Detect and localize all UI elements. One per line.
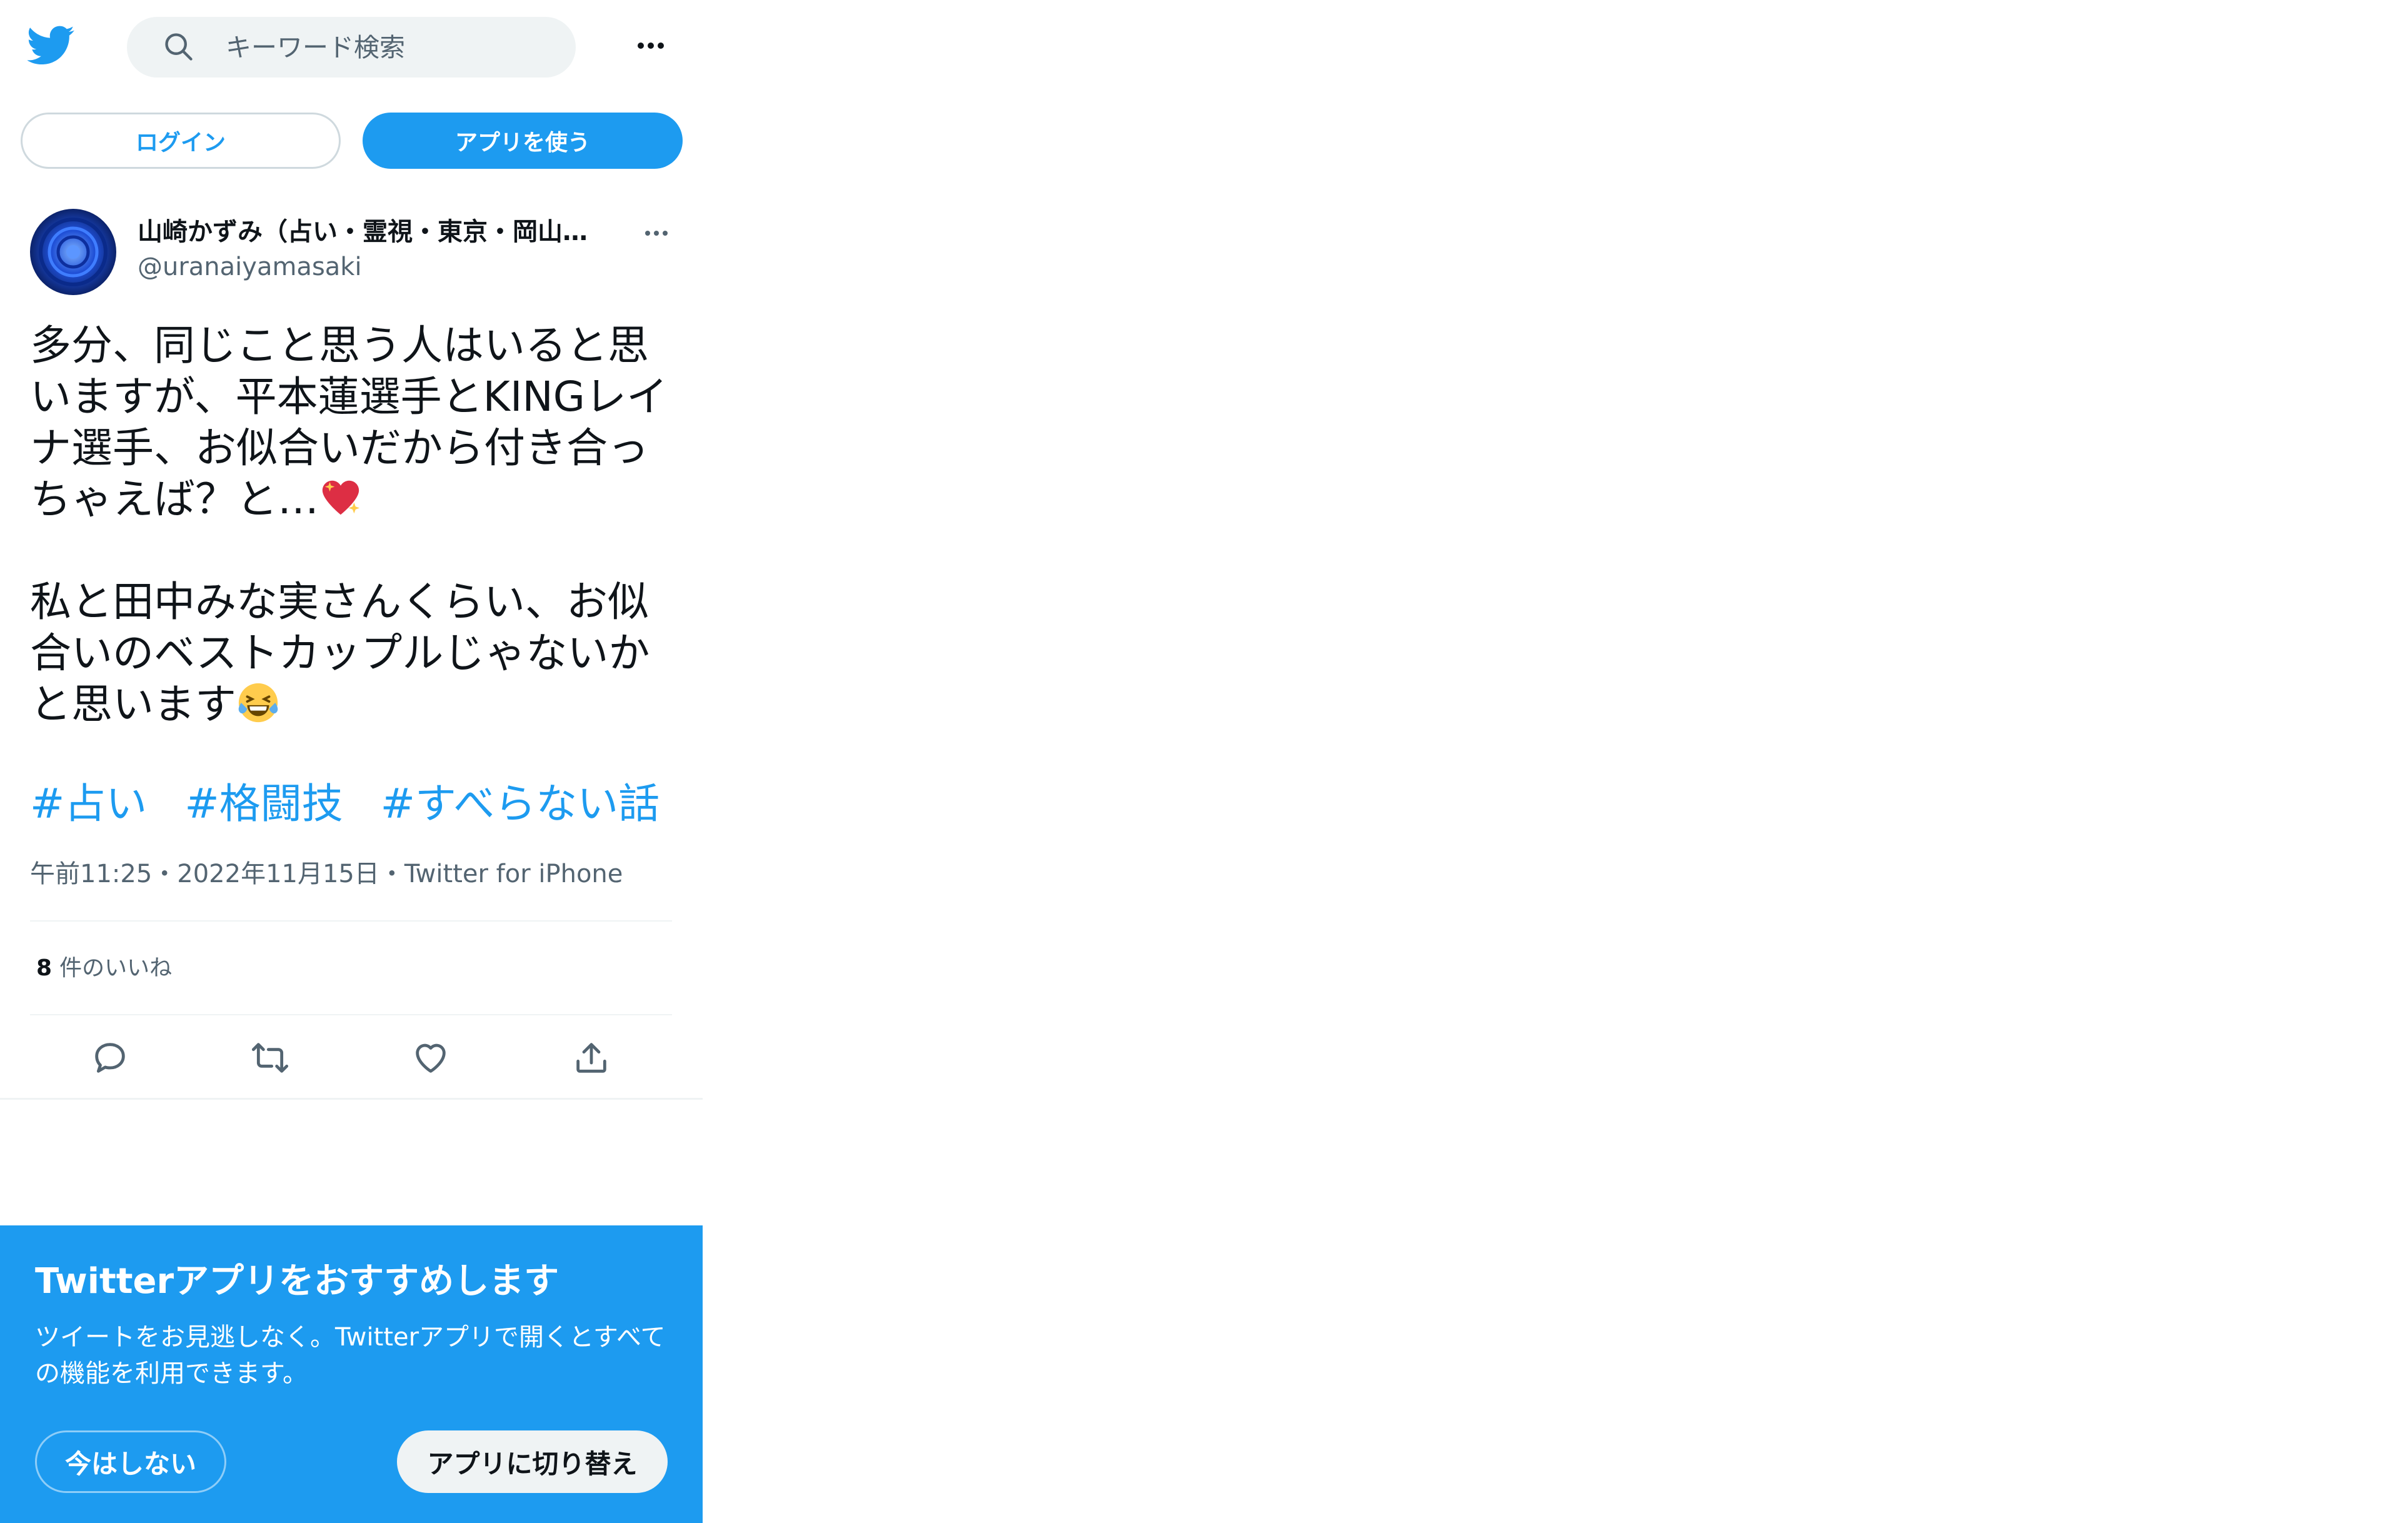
hashtag-link[interactable]: #すべらない話: [381, 780, 660, 828]
tweet-paragraph-2-text: 私と田中みな実さんくらい、お似合いのベストカップルじゃないかと思います: [30, 578, 650, 728]
like-count: 8: [36, 955, 53, 981]
twitter-bird-icon[interactable]: [28, 21, 75, 69]
hashtag-link[interactable]: #格闘技: [184, 780, 343, 828]
blue-rose-avatar-image: [30, 209, 116, 295]
author-display-name[interactable]: 山崎かずみ（占い・霊視・東京・岡山…: [138, 216, 613, 248]
search-input[interactable]: [226, 17, 551, 78]
tears-of-joy-emoji: [238, 683, 278, 723]
not-now-button[interactable]: 今はしない: [35, 1430, 226, 1493]
reply-icon[interactable]: [90, 1038, 130, 1078]
promo-title: Twitterアプリをおすすめします: [35, 1261, 559, 1302]
share-icon[interactable]: [571, 1038, 611, 1078]
retweet-icon[interactable]: [250, 1038, 290, 1078]
author-handle[interactable]: @uranaiyamasaki: [138, 251, 362, 283]
more-horizontal-icon[interactable]: [631, 28, 670, 63]
heart-icon[interactable]: [411, 1038, 451, 1078]
tweet-paragraph-2: 私と田中みな実さんくらい、お似合いのベストカップルじゃないかと思います: [30, 576, 680, 730]
tweet-more-icon[interactable]: [641, 224, 672, 243]
search-bar[interactable]: [127, 17, 576, 78]
like-count-link[interactable]: 8 件のいいね: [36, 951, 172, 986]
app-promo-banner: Twitterアプリをおすすめします ツイートをお見逃しなく。Twitterアプ…: [0, 1225, 703, 1523]
tweet-paragraph-1: 多分、同じこと思う人はいると思いますが、平本蓮選手とKINGレイナ選手、お似合い…: [30, 320, 680, 525]
search-icon: [165, 33, 193, 61]
avatar[interactable]: [30, 209, 116, 295]
promo-body: ツイートをお見逃しなく。Twitterアプリで開くとすべての機能を利用できます。: [35, 1323, 666, 1388]
divider: [30, 1014, 672, 1015]
hashtag-link[interactable]: #占い: [30, 780, 147, 828]
like-label: 件のいいね: [59, 955, 173, 981]
tweet-text: 多分、同じこと思う人はいると思いますが、平本蓮選手とKINGレイナ選手、お似合い…: [30, 320, 680, 730]
tweet-timestamp-source[interactable]: 午前11:25・2022年11月15日・Twitter for iPhone: [30, 857, 623, 892]
hashtag-list: #占い #格闘技 #すべらない話: [30, 778, 693, 830]
switch-to-app-button[interactable]: アプリに切り替え: [397, 1430, 668, 1493]
login-button[interactable]: ログイン: [21, 113, 341, 169]
sparkling-heart-emoji: [322, 480, 360, 515]
use-app-button[interactable]: アプリを使う: [363, 113, 683, 169]
mobile-tweet-page: ログイン アプリを使う 山崎かずみ（占い・霊視・東京・岡山… @uranaiya…: [0, 0, 703, 1523]
divider: [30, 920, 672, 922]
section-divider: [0, 1098, 703, 1100]
